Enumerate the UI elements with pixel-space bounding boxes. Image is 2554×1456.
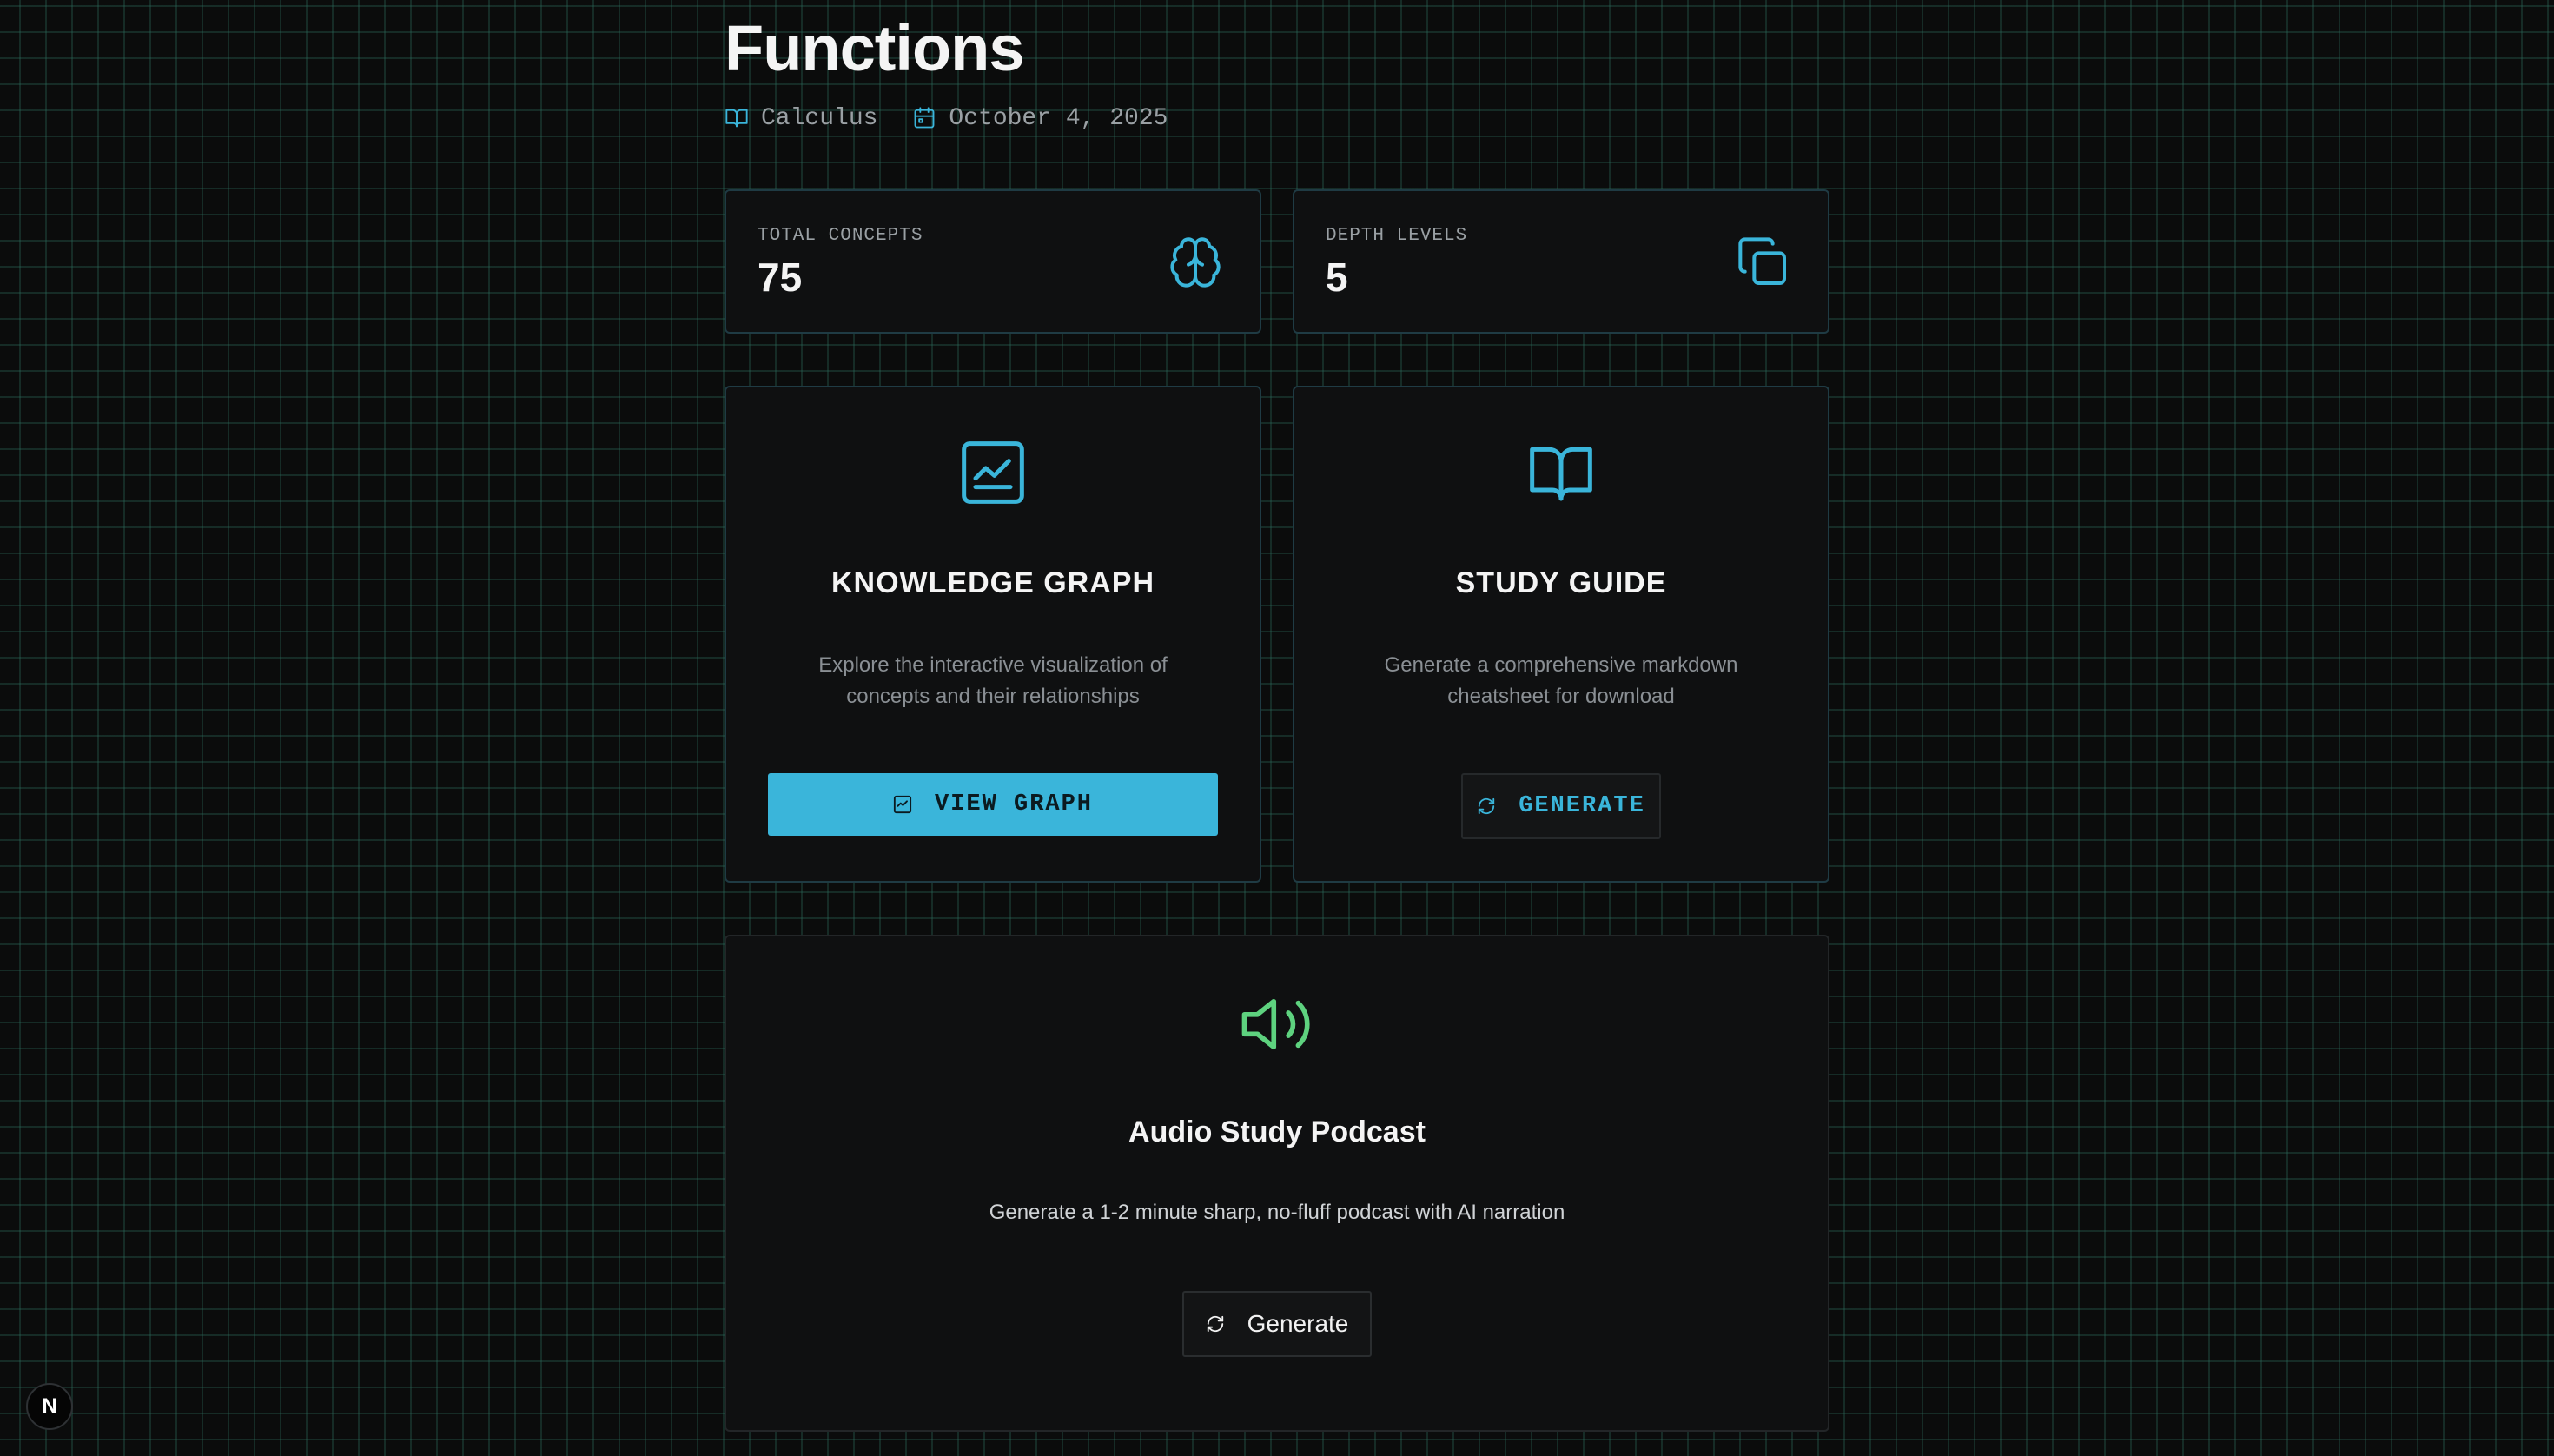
- calendar-icon: [914, 107, 935, 129]
- knowledge-graph-description: Explore the interactive visualization of…: [818, 653, 1168, 708]
- generate-study-guide-button[interactable]: GENERATE: [1461, 773, 1661, 839]
- chart-line-icon: [962, 441, 1024, 504]
- knowledge-graph-card: KNOWLEDGE GRAPH Explore the interactive …: [725, 386, 1261, 883]
- generate-podcast-button[interactable]: Generate: [1182, 1291, 1372, 1357]
- stat-label: TOTAL CONCEPTS: [758, 226, 923, 246]
- volume-icon: [1241, 998, 1310, 1050]
- study-guide-card: STUDY GUIDE Generate a comprehensive mar…: [1293, 386, 1829, 883]
- depth-levels-card: DEPTH LEVELS 5: [1293, 189, 1829, 334]
- dev-tools-badge[interactable]: N: [26, 1383, 73, 1430]
- meta-row: Calculus October 4, 2025: [725, 101, 1168, 136]
- chart-line-icon: [893, 795, 912, 814]
- stat-value: 75: [758, 255, 803, 300]
- page-title: Functions: [725, 12, 1025, 84]
- dev-badge-label: N: [42, 1394, 57, 1418]
- refresh-icon: [1207, 1315, 1223, 1333]
- generate-study-guide-label: GENERATE: [1519, 793, 1645, 819]
- date-label: October 4, 2025: [949, 104, 1168, 132]
- podcast-description: Generate a 1-2 minute sharp, no-fluff po…: [989, 1201, 1565, 1224]
- subject-meta: Calculus: [725, 105, 877, 132]
- book-open-icon: [1530, 447, 1592, 501]
- audio-podcast-card: Audio Study Podcast Generate a 1-2 minut…: [725, 935, 1829, 1432]
- layers-copy-icon: [1738, 237, 1786, 285]
- study-guide-description: Generate a comprehensive markdown cheats…: [1384, 653, 1738, 708]
- view-graph-button[interactable]: VIEW GRAPH: [768, 773, 1218, 836]
- subject-label: Calculus: [761, 104, 878, 132]
- stat-value: 5: [1326, 255, 1348, 300]
- refresh-icon: [1479, 797, 1495, 815]
- stat-label: DEPTH LEVELS: [1326, 226, 1468, 246]
- date-meta: October 4, 2025: [912, 105, 1168, 132]
- book-open-icon: [725, 109, 748, 128]
- study-guide-title: STUDY GUIDE: [1455, 566, 1667, 599]
- brain-icon: [1170, 237, 1221, 288]
- podcast-title: Audio Study Podcast: [1128, 1115, 1426, 1148]
- view-graph-label: VIEW GRAPH: [934, 791, 1094, 817]
- total-concepts-card: TOTAL CONCEPTS 75: [725, 189, 1261, 334]
- generate-podcast-label: Generate: [1247, 1310, 1349, 1337]
- knowledge-graph-title: KNOWLEDGE GRAPH: [831, 566, 1155, 599]
